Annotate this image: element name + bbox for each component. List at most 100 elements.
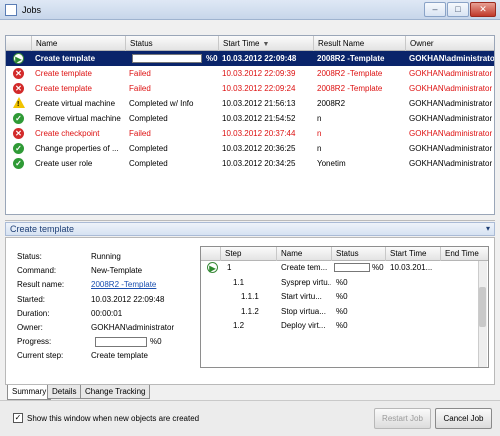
- step-status: %0: [372, 263, 384, 272]
- error-icon: ✕: [13, 68, 24, 79]
- job-result-name: n: [317, 144, 322, 153]
- prop-value: GOKHAN\administrator: [91, 323, 175, 332]
- table-row[interactable]: ✕ Create checkpoint Failed 10.03.2012 20:37…: [6, 126, 494, 141]
- restart-job-button[interactable]: Restart Job: [374, 408, 431, 429]
- job-name: Create template: [35, 54, 96, 63]
- table-row[interactable]: ✓ Change properties of ... Completed 10.03.…: [6, 141, 494, 156]
- job-status: Completed: [129, 144, 168, 153]
- warning-exclamation: !: [17, 101, 20, 108]
- col-result-name[interactable]: Result Name: [314, 36, 406, 51]
- job-result-name: 2008R2: [317, 99, 346, 108]
- steps-col-start-time[interactable]: Start Time: [386, 247, 441, 261]
- steps-col-end-time[interactable]: End Time: [441, 247, 488, 261]
- step-progress-bar: [334, 263, 370, 272]
- job-progress-bar: [132, 54, 202, 63]
- step-number: 1.1: [233, 277, 245, 287]
- job-name: Change properties of ...: [35, 144, 119, 153]
- table-row[interactable]: ✓ Remove virtual machine Completed 10.03.20…: [6, 111, 494, 126]
- details-header[interactable]: Create template ▾: [5, 222, 495, 236]
- details-title: Create template: [10, 224, 75, 234]
- job-start-time: 10.03.2012 22:09:39: [222, 69, 296, 78]
- step-row[interactable]: ▶ 1 Create tem... %0 10.03.201...: [201, 261, 488, 276]
- tab-change-tracking[interactable]: Change Tracking: [80, 385, 151, 399]
- step-number: 1.1.2: [241, 306, 259, 316]
- close-button[interactable]: ✕: [470, 2, 496, 17]
- footer-bar: ✓ Show this window when new objects are …: [0, 400, 500, 436]
- col-start-time-label: Start Time: [223, 39, 260, 48]
- progress-value: %0: [150, 337, 162, 347]
- prop-value: 00:00:01: [91, 308, 123, 318]
- cancel-job-button[interactable]: Cancel Job: [435, 408, 492, 429]
- show-window-checkbox[interactable]: ✓: [13, 413, 23, 423]
- steps-grid-header: Step Name Status Start Time End Time: [201, 247, 488, 261]
- steps-scrollbar-thumb[interactable]: [479, 287, 486, 327]
- table-row[interactable]: ✕ Create template Failed 10.03.2012 22:09:3…: [6, 66, 494, 81]
- warning-icon: !: [13, 97, 25, 108]
- minimize-button[interactable]: –: [424, 2, 446, 17]
- job-start-time: 10.03.2012 22:09:48: [222, 54, 297, 63]
- show-window-checkbox-label[interactable]: Show this window when new objects are cr…: [27, 413, 199, 424]
- window-title: Jobs: [22, 5, 42, 15]
- table-row[interactable]: ✕ Create template Failed 10.03.2012 22:09:2…: [6, 81, 494, 96]
- step-status: %0: [336, 292, 348, 301]
- job-start-time: 10.03.2012 22:09:24: [222, 84, 296, 93]
- table-row[interactable]: ✓ Create user role Completed 10.03.2012 20:…: [6, 156, 494, 171]
- job-name: Create template: [35, 69, 92, 78]
- job-owner: GOKHAN\administrator: [409, 114, 493, 123]
- maximize-button[interactable]: □: [447, 2, 469, 17]
- tab-summary[interactable]: Summary: [7, 385, 52, 400]
- steps-col-name[interactable]: Name: [277, 247, 332, 261]
- app-icon: [5, 4, 17, 16]
- step-row[interactable]: 1.1.2 Stop virtua... %0: [201, 305, 488, 320]
- result-name-link[interactable]: 2008R2 -Template: [91, 278, 156, 291]
- jobs-grid[interactable]: Name Status Start Time ▼ Result Name Owne…: [5, 35, 495, 215]
- job-result-name: 2008R2 -Template: [317, 84, 383, 93]
- table-row[interactable]: ▶ Create template %0 10.03.2012 22:09:48 200…: [6, 51, 494, 66]
- job-owner: GOKHAN\administrator: [409, 159, 493, 168]
- error-icon: ✕: [13, 128, 24, 139]
- prop-label: Current step:: [17, 351, 64, 361]
- job-progress-value: %0: [206, 54, 218, 63]
- job-status: Completed: [129, 159, 168, 168]
- step-row[interactable]: 1.1 Sysprep virtu... %0: [201, 276, 488, 291]
- job-name: Create checkpoint: [35, 129, 100, 138]
- step-number: 1.2: [233, 321, 245, 330]
- step-row[interactable]: 1.1.1 Start virtu... %0: [201, 290, 488, 305]
- col-icon: [6, 36, 32, 51]
- col-owner[interactable]: Owner: [406, 36, 494, 51]
- prop-label: Result name:: [17, 280, 65, 290]
- col-status[interactable]: Status: [126, 36, 219, 51]
- table-row[interactable]: ! Create virtual machine Completed w/ Info…: [6, 96, 494, 111]
- step-start-time: 10.03.201...: [390, 263, 433, 272]
- step-number: 1.1.1: [241, 292, 259, 301]
- success-icon: ✓: [13, 143, 24, 154]
- tab-details[interactable]: Details: [47, 385, 82, 399]
- job-result-name: 2008R2 -Template: [317, 54, 385, 63]
- col-start-time[interactable]: Start Time ▼: [219, 36, 314, 51]
- prop-label: Owner:: [17, 323, 43, 332]
- job-start-time: 10.03.2012 20:37:44: [222, 129, 296, 138]
- chevron-down-icon[interactable]: ▾: [486, 223, 490, 235]
- job-status: Completed w/ Info: [129, 99, 194, 108]
- steps-col-status[interactable]: Status: [332, 247, 386, 261]
- step-name: Start virtu...: [281, 292, 322, 301]
- prop-value: Create template: [91, 351, 148, 361]
- steps-grid[interactable]: Step Name Status Start Time End Time ▶ 1 C…: [200, 246, 489, 368]
- success-icon: ✓: [13, 158, 24, 169]
- step-row[interactable]: 1.2 Deploy virt... %0: [201, 319, 488, 334]
- steps-col-step[interactable]: Step: [221, 247, 277, 261]
- job-owner: GOKHAN\administrator: [409, 99, 493, 108]
- job-result-name: 2008R2 -Template: [317, 69, 383, 78]
- job-owner: GOKHAN\administrator: [409, 129, 493, 138]
- job-name: Create template: [35, 84, 92, 93]
- steps-col-icon: [201, 247, 221, 261]
- col-name[interactable]: Name: [32, 36, 126, 51]
- jobs-grid-header: Name Status Start Time ▼ Result Name Owne…: [6, 36, 494, 51]
- pane-splitter[interactable]: [5, 215, 495, 221]
- job-result-name: n: [317, 129, 322, 138]
- prop-value: Running: [91, 252, 121, 261]
- step-number: 1: [227, 263, 232, 272]
- success-icon: ✓: [13, 113, 24, 124]
- job-status: Completed: [129, 114, 168, 123]
- running-icon: ▶: [13, 53, 24, 64]
